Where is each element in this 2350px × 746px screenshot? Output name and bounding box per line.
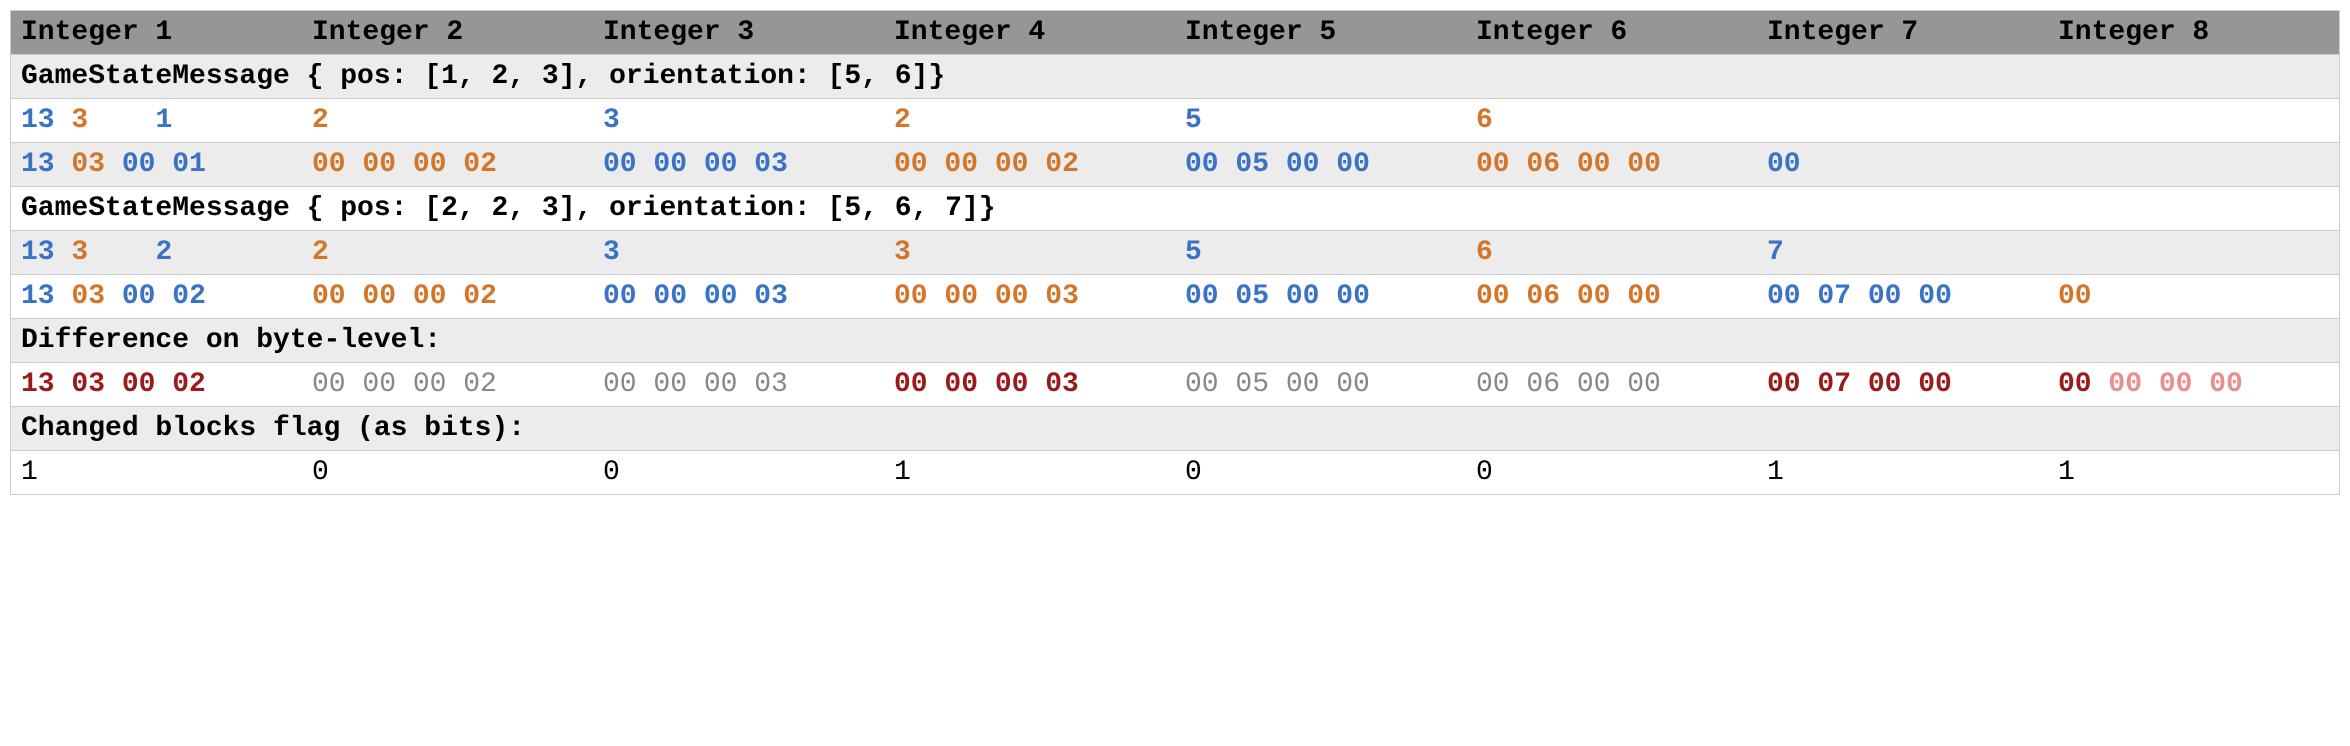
cell: [1757, 98, 2048, 142]
cell: 7: [1757, 230, 2048, 274]
cell: 6: [1466, 230, 1757, 274]
cell: 00 00 00 03: [593, 274, 884, 318]
cell: 00 00 00 03: [593, 362, 884, 406]
cell: 00: [1757, 142, 2048, 186]
cell: 00 05 00 00: [1175, 274, 1466, 318]
cell: 00 00 00 03: [884, 274, 1175, 318]
cell: 5: [1175, 98, 1466, 142]
cell: 2: [302, 98, 593, 142]
cell: 3: [593, 230, 884, 274]
cell: 13 3 1: [11, 98, 302, 142]
cell: 00 07 00 00: [1757, 274, 2048, 318]
cell: 13 3 2: [11, 230, 302, 274]
cell: 3: [884, 230, 1175, 274]
cell: 00: [2048, 274, 2339, 318]
flag-bit: 0: [1466, 450, 1757, 494]
header-cell: Integer 6: [1466, 10, 1757, 54]
cell: 00 00 00 00: [2048, 362, 2339, 406]
cell: 00 00 00 02: [302, 142, 593, 186]
flag-bit: 1: [884, 450, 1175, 494]
cell: 00 06 00 00: [1466, 362, 1757, 406]
cell: 5: [1175, 230, 1466, 274]
header-cell: Integer 7: [1757, 10, 2048, 54]
cell: [2048, 230, 2339, 274]
cell: [2048, 142, 2339, 186]
cell: 00 00 00 02: [884, 142, 1175, 186]
cell: 13 03 00 02: [11, 362, 302, 406]
cell: [2048, 98, 2339, 142]
cell: 2: [302, 230, 593, 274]
flags-title: Changed blocks flag (as bits):: [11, 406, 2339, 450]
flag-bit: 1: [11, 450, 302, 494]
cell: 00 05 00 00: [1175, 362, 1466, 406]
cell: 00 06 00 00: [1466, 142, 1757, 186]
cell: 3: [593, 98, 884, 142]
cell: 00 00 00 03: [884, 362, 1175, 406]
flag-bit: 0: [593, 450, 884, 494]
cell: 00 07 00 00: [1757, 362, 2048, 406]
diff-title: Difference on byte-level:: [11, 318, 2339, 362]
msg1-title: GameStateMessage { pos: [1, 2, 3], orien…: [11, 54, 2339, 98]
header-cell: Integer 5: [1175, 10, 1466, 54]
byte-diff-table: Integer 1 Integer 2 Integer 3 Integer 4 …: [10, 10, 2340, 495]
msg2-title: GameStateMessage { pos: [2, 2, 3], orien…: [11, 186, 2339, 230]
flag-bit: 1: [1757, 450, 2048, 494]
flag-bit: 1: [2048, 450, 2339, 494]
header-cell: Integer 8: [2048, 10, 2339, 54]
flag-bit: 0: [302, 450, 593, 494]
cell: 00 06 00 00: [1466, 274, 1757, 318]
header-cell: Integer 2: [302, 10, 593, 54]
header-cell: Integer 4: [884, 10, 1175, 54]
cell: 13 03 00 02: [11, 274, 302, 318]
cell: 00 00 00 02: [302, 274, 593, 318]
header-cell: Integer 3: [593, 10, 884, 54]
cell: 00 00 00 02: [302, 362, 593, 406]
cell: 2: [884, 98, 1175, 142]
cell: 6: [1466, 98, 1757, 142]
cell: 00 05 00 00: [1175, 142, 1466, 186]
flag-bit: 0: [1175, 450, 1466, 494]
header-cell: Integer 1: [11, 10, 302, 54]
cell: 00 00 00 03: [593, 142, 884, 186]
cell: 13 03 00 01: [11, 142, 302, 186]
